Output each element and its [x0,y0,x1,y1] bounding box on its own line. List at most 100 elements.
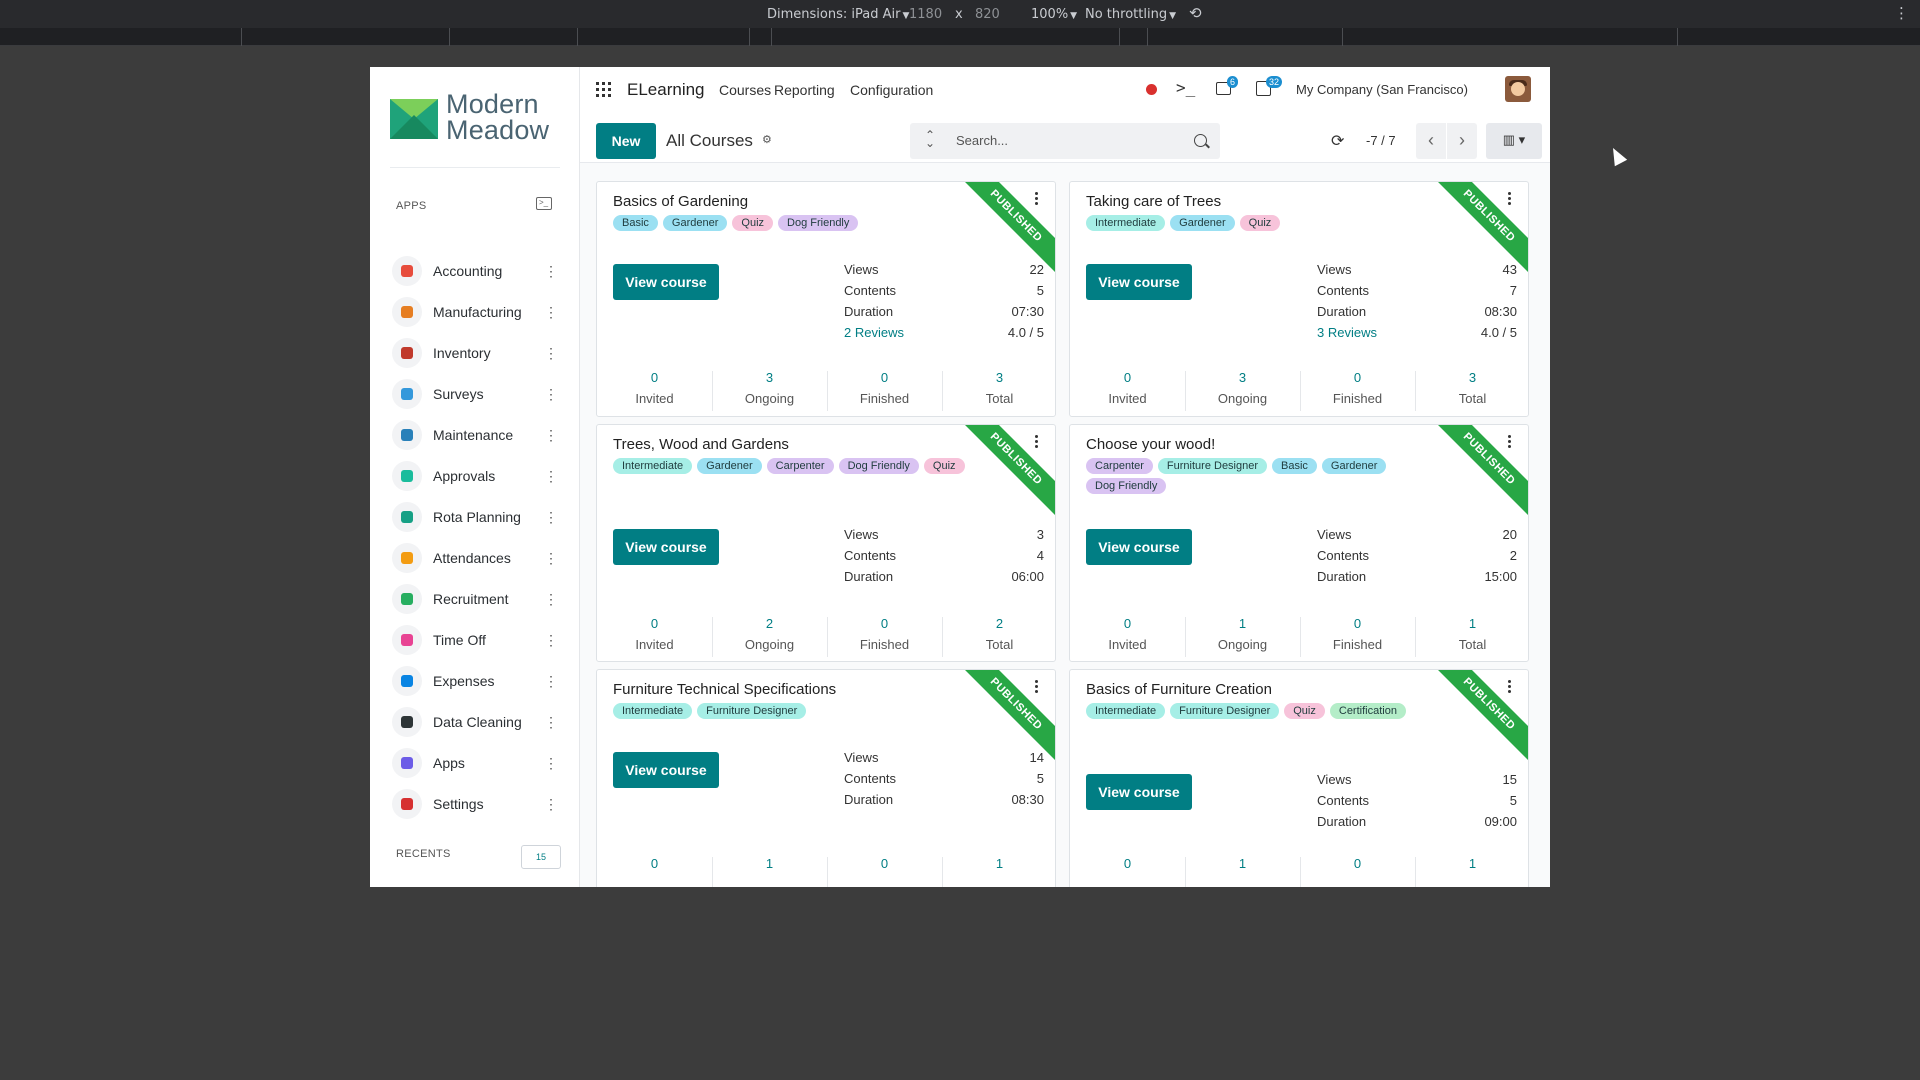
card-options-icon[interactable] [1508,435,1512,450]
counter-1[interactable]: 3 Ongoing [712,367,827,411]
counter-1[interactable]: 1 Ongoing [1185,613,1300,657]
menu-courses[interactable]: Courses [719,82,771,98]
course-card[interactable]: Basics of Furniture Creation PUBLISHED Int… [1069,669,1529,887]
search-bar[interactable]: ⌃ ⌄ Search... [910,123,1220,159]
app-options-icon[interactable]: ⋮ [544,756,558,770]
counter-0[interactable]: 0 Invited [597,367,712,411]
rotate-icon[interactable]: ⟲ [1189,4,1202,22]
counter-3[interactable]: 2 Total [942,613,1055,657]
menu-configuration[interactable]: Configuration [850,82,933,98]
record-icon[interactable] [1146,84,1157,95]
sidebar-item-manufacturing[interactable]: Manufacturing ⋮ [386,296,566,328]
sidebar-item-approvals[interactable]: Approvals ⋮ [386,460,566,492]
sidebar-item-expenses[interactable]: Expenses ⋮ [386,665,566,697]
counter-3[interactable]: 3 Total [942,367,1055,411]
counter-1[interactable]: 1 [712,853,827,887]
card-options-icon[interactable] [1035,435,1039,450]
sidebar-item-data-cleaning[interactable]: Data Cleaning ⋮ [386,706,566,738]
app-options-icon[interactable]: ⋮ [544,797,558,811]
company-switcher[interactable]: My Company (San Francisco) [1296,82,1468,97]
app-title[interactable]: ELearning [627,80,705,100]
course-title[interactable]: Basics of Furniture Creation [1086,681,1272,698]
recents-count-badge[interactable]: 15 [521,845,561,869]
app-options-icon[interactable]: ⋮ [544,264,558,278]
card-options-icon[interactable] [1508,680,1512,695]
app-options-icon[interactable]: ⋮ [544,674,558,688]
view-course-button[interactable]: View course [613,529,719,565]
view-course-button[interactable]: View course [1086,264,1192,300]
card-options-icon[interactable] [1035,680,1039,695]
counter-2[interactable]: 0 [1300,853,1415,887]
counter-1[interactable]: 2 Ongoing [712,613,827,657]
counter-0[interactable]: 0 Invited [1070,613,1185,657]
course-card[interactable]: Trees, Wood and Gardens PUBLISHED Intermed… [596,424,1056,662]
app-options-icon[interactable]: ⋮ [544,469,558,483]
counter-2[interactable]: 0 [827,853,942,887]
pager-next-button[interactable]: › [1447,123,1477,159]
actions-gear-icon[interactable]: ⚙ [762,133,772,146]
counter-2[interactable]: 0 Finished [827,367,942,411]
search-toggle-icon[interactable]: ⌃ ⌄ [925,129,935,149]
height-input[interactable]: 820 [975,7,1000,22]
card-options-icon[interactable] [1508,192,1512,207]
course-title[interactable]: Trees, Wood and Gardens [613,436,789,453]
terminal-icon[interactable]: >_ [536,197,552,210]
sidebar-item-apps[interactable]: Apps ⋮ [386,747,566,779]
counter-0[interactable]: 0 Invited [597,613,712,657]
user-avatar[interactable] [1505,76,1531,102]
app-options-icon[interactable]: ⋮ [544,633,558,647]
card-options-icon[interactable] [1035,192,1039,207]
sidebar-item-recruitment[interactable]: Recruitment ⋮ [386,583,566,615]
counter-2[interactable]: 0 Finished [1300,367,1415,411]
counter-1[interactable]: 1 [1185,853,1300,887]
sidebar-item-rota-planning[interactable]: Rota Planning ⋮ [386,501,566,533]
view-course-button[interactable]: View course [613,752,719,788]
pager-value[interactable]: -7 / 7 [1366,133,1396,148]
counter-0[interactable]: 0 [597,853,712,887]
counter-0[interactable]: 0 Invited [1070,367,1185,411]
sidebar-item-time-off[interactable]: Time Off ⋮ [386,624,566,656]
course-title[interactable]: Taking care of Trees [1086,193,1221,210]
counter-3[interactable]: 1 Total [1415,613,1528,657]
new-button[interactable]: New [596,123,656,159]
sidebar-item-accounting[interactable]: Accounting ⋮ [386,255,566,287]
app-options-icon[interactable]: ⋮ [544,428,558,442]
reviews-link[interactable]: 3 Reviews [1317,325,1377,340]
pager-previous-button[interactable]: ‹ [1416,123,1446,159]
sidebar-item-attendances[interactable]: Attendances ⋮ [386,542,566,574]
menu-reporting[interactable]: Reporting [774,82,835,98]
dimensions-dropdown[interactable]: Dimensions: iPad Air ▼ [767,7,909,22]
app-options-icon[interactable]: ⋮ [544,346,558,360]
counter-3[interactable]: 3 Total [1415,367,1528,411]
app-options-icon[interactable]: ⋮ [544,715,558,729]
course-card[interactable]: Taking care of Trees PUBLISHED Intermediat… [1069,181,1529,417]
sidebar-item-surveys[interactable]: Surveys ⋮ [386,378,566,410]
command-icon[interactable]: >_ [1176,78,1195,97]
counter-0[interactable]: 0 [1070,853,1185,887]
counter-2[interactable]: 0 Finished [827,613,942,657]
search-input[interactable]: Search... [956,133,1008,148]
view-course-button[interactable]: View course [1086,774,1192,810]
counter-2[interactable]: 0 Finished [1300,613,1415,657]
zoom-dropdown[interactable]: 100% ▼ [1031,7,1077,22]
counter-1[interactable]: 3 Ongoing [1185,367,1300,411]
app-options-icon[interactable]: ⋮ [544,510,558,524]
course-title[interactable]: Basics of Gardening [613,193,748,210]
course-card[interactable]: Basics of Gardening PUBLISHED Basic Gardene… [596,181,1056,417]
app-options-icon[interactable]: ⋮ [544,387,558,401]
vertical-dots-icon[interactable]: ⋮ [1894,4,1909,22]
reviews-link[interactable]: 2 Reviews [844,325,904,340]
course-card[interactable]: Furniture Technical Specifications PUBLIS… [596,669,1056,887]
counter-3[interactable]: 1 [1415,853,1528,887]
company-logo[interactable]: Modern Meadow [390,91,560,144]
sidebar-item-inventory[interactable]: Inventory ⋮ [386,337,566,369]
throttling-dropdown[interactable]: No throttling ▼ [1085,7,1176,22]
course-title[interactable]: Choose your wood! [1086,436,1215,453]
app-options-icon[interactable]: ⋮ [544,592,558,606]
course-card[interactable]: Choose your wood! PUBLISHED Carpenter Furni… [1069,424,1529,662]
app-options-icon[interactable]: ⋮ [544,305,558,319]
view-course-button[interactable]: View course [1086,529,1192,565]
search-icon[interactable] [1194,134,1207,147]
view-course-button[interactable]: View course [613,264,719,300]
width-input[interactable]: 1180 [909,7,942,22]
